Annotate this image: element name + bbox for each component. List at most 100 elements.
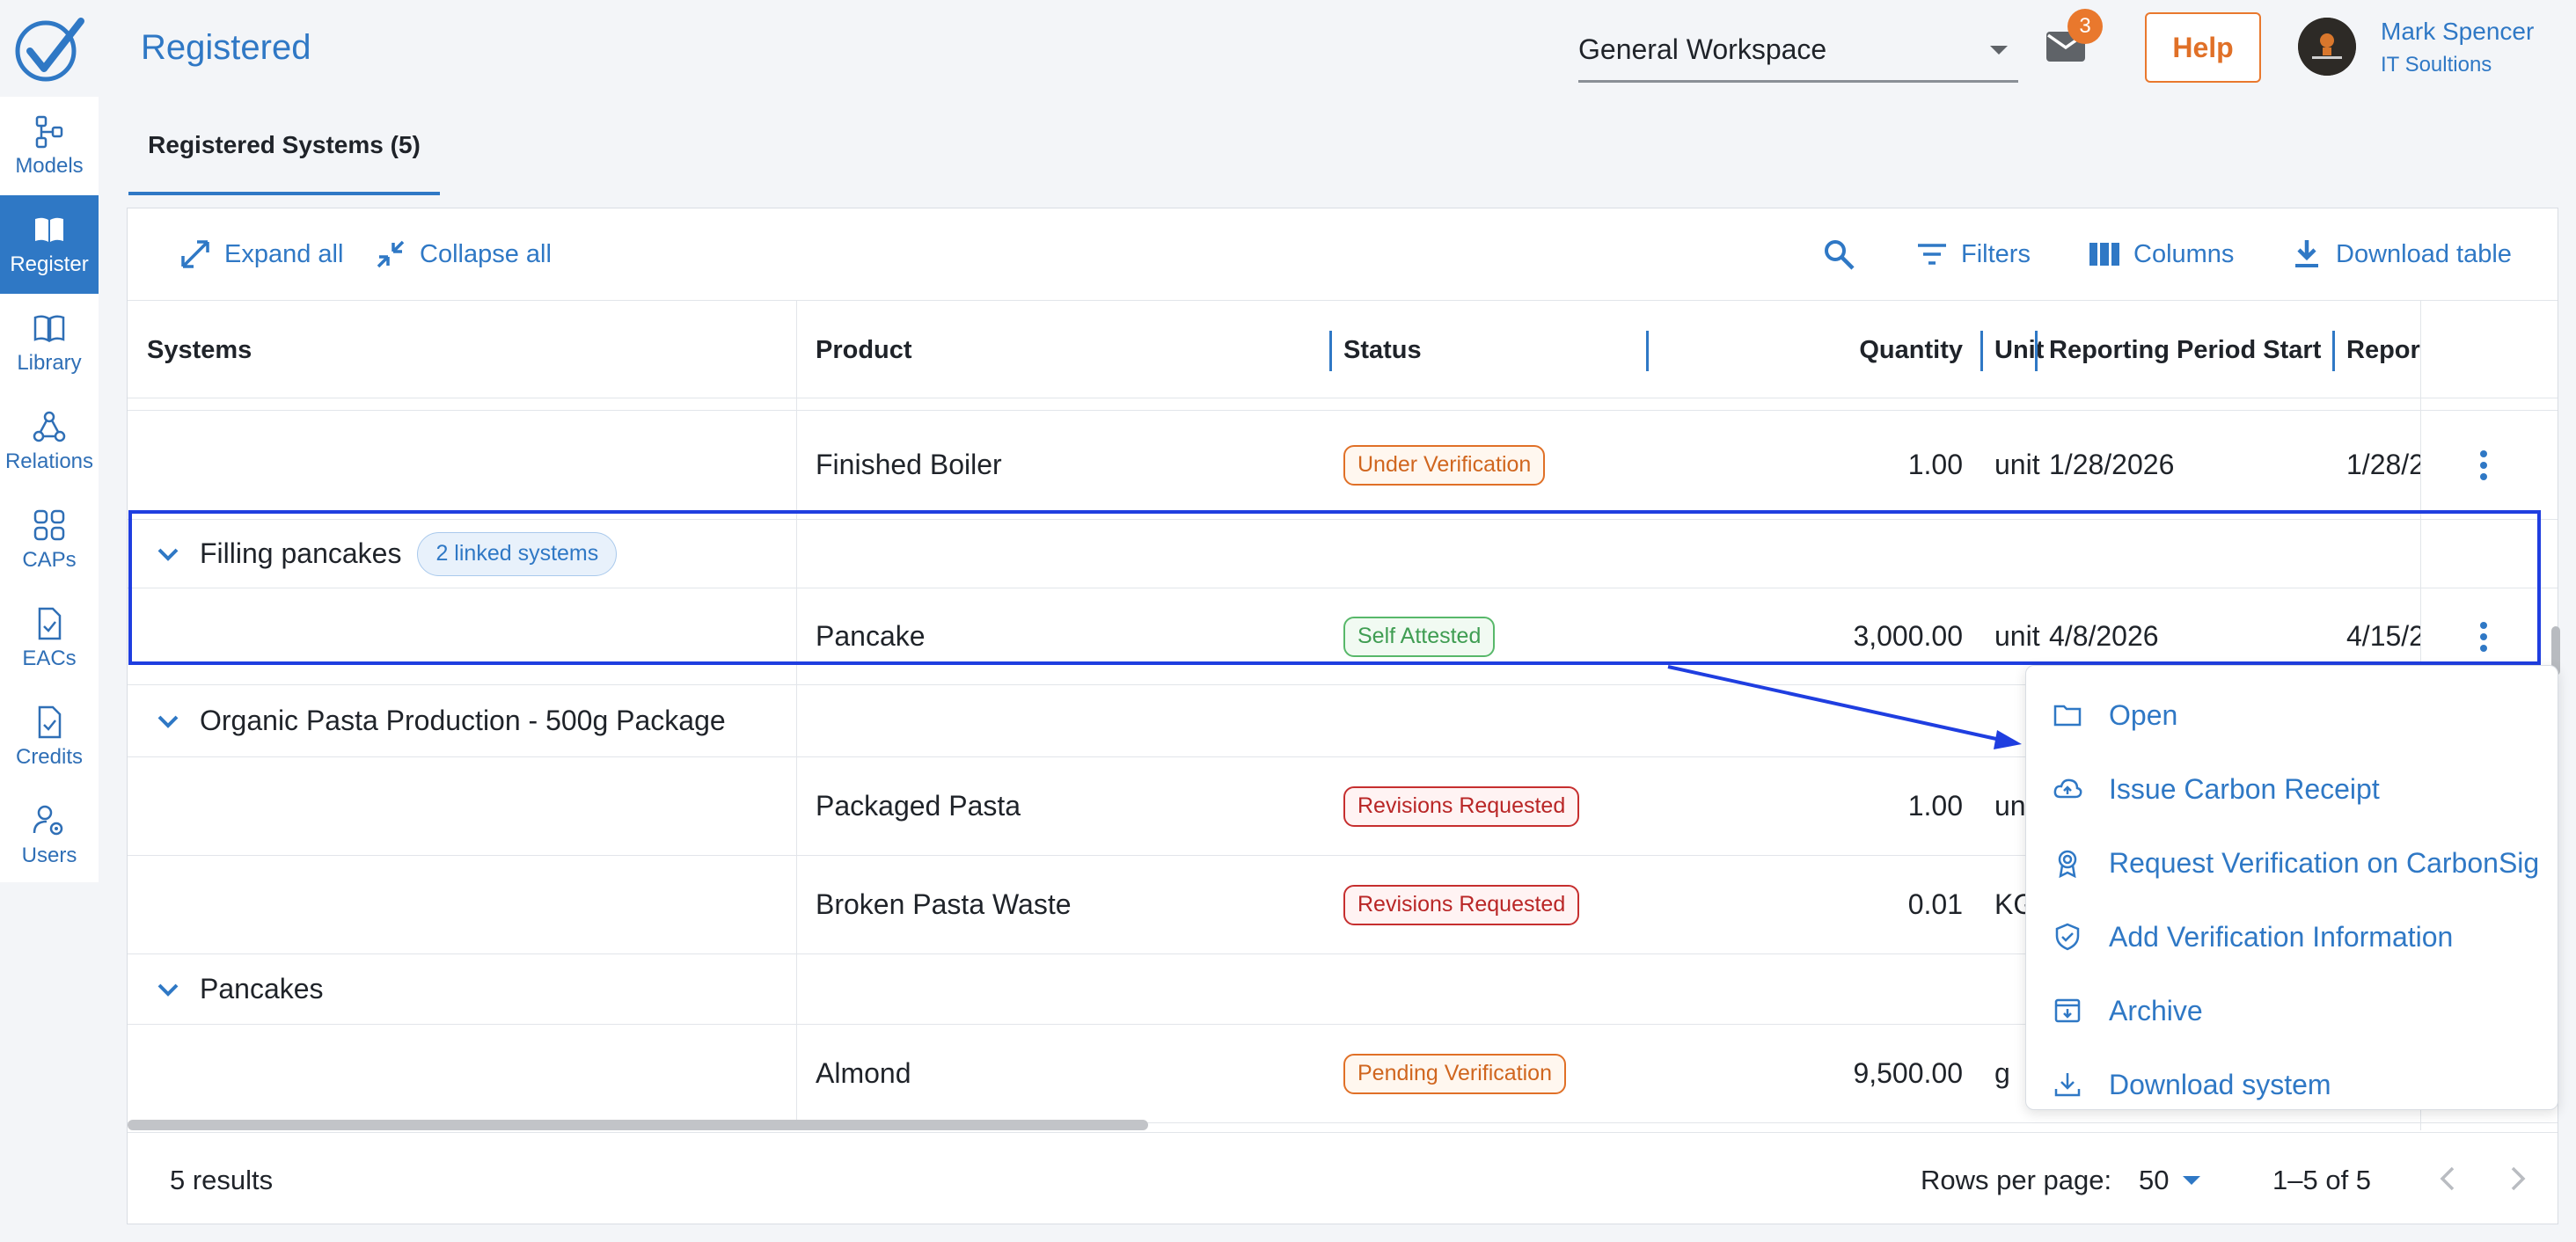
menu-item-label: Archive [2109, 994, 2203, 1026]
relations-icon [33, 411, 66, 442]
system-group-row[interactable]: Filling pancakes 2 linked systems [128, 520, 2558, 588]
sidebar-item-label: CAPs [22, 548, 77, 572]
user-name[interactable]: Mark Spencer [2381, 18, 2534, 46]
sidebar-item-credits[interactable]: Credits [0, 688, 99, 786]
table-footer: 5 results Rows per page: 50 1–5 of 5 [128, 1132, 2558, 1224]
column-resize-handle[interactable] [2035, 331, 2038, 371]
previous-page-icon[interactable] [2429, 1159, 2468, 1198]
column-header-systems[interactable]: Systems [147, 301, 252, 399]
status-badge: Under Verification [1343, 444, 1546, 486]
menu-item-label: Issue Carbon Receipt [2109, 772, 2380, 805]
chevron-down-icon[interactable] [154, 540, 182, 568]
collapse-all-label: Collapse all [420, 239, 552, 268]
column-header-reporting-period-end[interactable]: Report [2346, 301, 2420, 399]
workspace-select[interactable]: General Workspace [1578, 19, 2018, 83]
menu-item-add-verification-information[interactable]: Add Verification Information [2026, 900, 2558, 974]
sidebar-item-library[interactable]: Library [0, 294, 99, 392]
column-header-status[interactable]: Status [1343, 301, 1422, 399]
download-table-button[interactable]: Download table [2290, 231, 2512, 277]
rows-per-page-label: Rows per page: [1921, 1165, 2112, 1195]
grid-icon [33, 509, 65, 541]
badge-icon [2058, 850, 2077, 878]
caret-down-icon [1990, 45, 2008, 55]
cloud-upload-icon [2053, 778, 2082, 799]
sidebar-item-register[interactable]: Register [0, 195, 99, 294]
menu-item-download-system[interactable]: Download system [2026, 1048, 2558, 1121]
sidebar-item-label: Models [15, 154, 84, 178]
menu-item-archive[interactable]: Archive [2026, 974, 2558, 1048]
row-context-menu: Open Issue Carbon Receipt Request Verifi… [2025, 665, 2558, 1110]
column-resize-handle[interactable] [1980, 331, 1983, 371]
shield-check-icon [2055, 923, 2080, 951]
column-resize-handle[interactable] [1329, 331, 1332, 371]
status-badge: Pending Verification [1343, 1053, 1566, 1094]
tab-registered-systems[interactable]: Registered Systems (5) [128, 99, 440, 195]
sidebar-item-caps[interactable]: CAPs [0, 491, 99, 589]
quantity-cell: 3,000.00 [1853, 620, 1963, 652]
sidebar-item-users[interactable]: Users [0, 786, 99, 885]
notification-count-badge: 3 [2067, 9, 2103, 44]
chevron-down-icon[interactable] [154, 707, 182, 735]
table-row[interactable]: Finished Boiler Under Verification 1.00 … [128, 411, 2558, 520]
status-badge: Revisions Requested [1343, 884, 1580, 925]
next-page-icon[interactable] [2498, 1159, 2536, 1198]
caret-down-icon [2183, 1176, 2201, 1185]
collapse-all-button[interactable]: Collapse all [374, 231, 552, 277]
system-name: Filling pancakes [200, 537, 402, 569]
columns-button[interactable]: Columns [2088, 231, 2234, 277]
search-button[interactable] [1822, 231, 1868, 277]
sidebar-item-label: Users [21, 844, 77, 867]
system-name: Pancakes [200, 973, 324, 1005]
linked-systems-badge[interactable]: 2 linked systems [417, 531, 618, 576]
sidebar-item-relations[interactable]: Relations [0, 392, 99, 491]
columns-icon [2089, 243, 2119, 266]
unit-cell: unit [1994, 449, 2040, 480]
column-resize-handle[interactable] [2332, 331, 2335, 371]
column-header-quantity[interactable]: Quantity [1676, 301, 1963, 399]
system-name: Organic Pasta Production - 500g Package [200, 705, 726, 736]
product-cell: Finished Boiler [816, 449, 1002, 480]
filters-button[interactable]: Filters [1915, 231, 2031, 277]
sidebar-item-label: Relations [4, 449, 94, 473]
pagination-range: 1–5 of 5 [2272, 1165, 2372, 1195]
users-gear-icon [33, 805, 63, 836]
sidebar-item-eacs[interactable]: EACs [0, 589, 99, 688]
download-icon [2054, 1073, 2081, 1097]
table-header: Systems Product Status Quantity Unit Rep… [128, 300, 2558, 398]
app-logo[interactable] [12, 16, 86, 84]
quantity-cell: 1.00 [1907, 449, 1963, 480]
sidebar: Models Register Library Relations CAPs E… [0, 97, 99, 882]
help-button[interactable]: Help [2145, 12, 2261, 83]
chevron-down-icon[interactable] [154, 975, 182, 1004]
page-title: Registered [141, 28, 311, 67]
column-resize-handle[interactable] [1646, 331, 1649, 371]
menu-item-issue-carbon-receipt[interactable]: Issue Carbon Receipt [2026, 752, 2558, 826]
product-cell: Packaged Pasta [816, 790, 1021, 822]
sidebar-item-label: Library [17, 351, 82, 375]
menu-item-label: Download system [2109, 1068, 2331, 1100]
reporting-end-cell: 1/28/2 [2346, 449, 2420, 480]
avatar[interactable] [2298, 18, 2356, 76]
menu-item-request-verification[interactable]: Request Verification on CarbonSig [2026, 826, 2558, 900]
folder-icon [2053, 705, 2082, 727]
quantity-cell: 0.01 [1907, 888, 1963, 920]
menu-item-open[interactable]: Open [2026, 678, 2558, 752]
expand-all-label: Expand all [224, 239, 344, 268]
rows-per-page-select[interactable]: 50 [2139, 1165, 2202, 1196]
menu-item-label: Add Verification Information [2109, 920, 2454, 953]
reporting-start-cell: 1/28/2026 [2049, 449, 2175, 480]
search-icon [1825, 240, 1855, 270]
column-header-reporting-period-start[interactable]: Reporting Period Start [2049, 301, 2321, 399]
download-icon [2295, 240, 2318, 267]
column-header-product[interactable]: Product [816, 301, 912, 399]
document-check-icon [38, 705, 62, 739]
status-badge: Revisions Requested [1343, 785, 1580, 827]
rows-per-page-value: 50 [2139, 1165, 2170, 1195]
horizontal-scrollbar[interactable] [128, 1120, 1148, 1130]
document-check-icon [38, 607, 62, 640]
table-toolbar: Expand all Collapse all Filters Columns … [128, 208, 2558, 300]
expand-icon [181, 240, 209, 268]
expand-all-button[interactable]: Expand all [179, 231, 343, 277]
sidebar-item-models[interactable]: Models [0, 97, 99, 195]
quantity-cell: 1.00 [1907, 790, 1963, 822]
